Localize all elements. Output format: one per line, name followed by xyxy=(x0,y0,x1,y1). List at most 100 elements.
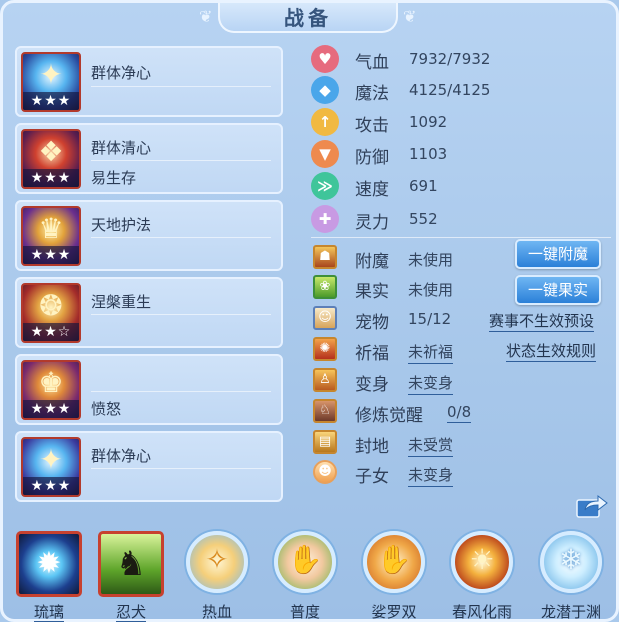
status-fief: ▤ 封地 未受赏 xyxy=(311,429,611,457)
attr-mp: ◆ 魔法 4125/4125 xyxy=(311,76,611,104)
attr-value: 4125/4125 xyxy=(409,81,491,99)
bottom-skill-label: 热血 xyxy=(201,603,232,621)
skill-slot-6[interactable]: ✦ ★★★ 群体净心 xyxy=(15,431,283,502)
bottom-skill-rexue[interactable]: ✧ 热血 xyxy=(184,525,250,622)
share-icon[interactable] xyxy=(576,492,608,518)
attr-speed: ≫ 速度 691 xyxy=(311,172,611,200)
bottom-skill-liuli[interactable]: ✹ 琉璃 xyxy=(16,525,82,622)
status-value[interactable]: 未变身 xyxy=(408,372,454,395)
attr-label: 防御 xyxy=(355,148,389,168)
one-click-fruit-button[interactable]: 一键果实 xyxy=(515,275,601,305)
hand-icon: ✋ xyxy=(274,531,336,593)
bottom-skill-label: 琉璃 xyxy=(33,603,64,622)
skill-stars: ★★★ xyxy=(23,477,79,495)
attr-label: 魔法 xyxy=(355,84,389,104)
page-title: 战备 xyxy=(218,3,398,33)
skill-slot-5[interactable]: ♚ ★★★ 愤怒 xyxy=(15,354,283,425)
enchant-icon: ☗ xyxy=(313,245,337,269)
bottom-skill-label: 娑罗双 xyxy=(371,603,417,621)
status-label: 变身 xyxy=(355,375,389,395)
drop-icon: ◆ xyxy=(311,76,339,104)
title-ornament-left: ❦ xyxy=(199,7,213,26)
skill-stars: ★★★ xyxy=(23,169,79,187)
bottom-skill-chunfeng[interactable]: ☀ 春风化雨 xyxy=(449,525,515,622)
divider xyxy=(91,237,271,238)
sun-burst-icon: ☀ xyxy=(451,531,513,593)
child-icon: ☻ xyxy=(313,460,337,484)
divider xyxy=(91,160,271,161)
status-value: 未使用 xyxy=(408,281,454,299)
event-preset-link[interactable]: 赛事不生效预设 xyxy=(489,310,595,332)
bottom-skill-suoluoshuang[interactable]: ✋ 娑罗双 xyxy=(361,525,427,622)
attr-spirit: ✚ 灵力 552 xyxy=(311,205,611,233)
pet-icon: ☺ xyxy=(313,306,337,330)
status-value: 15/12 xyxy=(408,310,452,328)
divider xyxy=(311,237,611,238)
hot-blood-icon: ✧ xyxy=(186,531,248,593)
status-cultivation: ♘ 修炼觉醒 0/8 xyxy=(311,398,611,426)
dog-icon: ♞ xyxy=(98,531,164,597)
skill-name: 群体清心 xyxy=(91,139,152,157)
shield-icon: ▼ xyxy=(311,140,339,168)
status-label: 祈福 xyxy=(355,344,389,364)
crystal-icon: ✹ xyxy=(16,531,82,597)
divider xyxy=(91,391,271,392)
bottom-skill-pudu[interactable]: ✋ 普度 xyxy=(272,525,338,622)
scroll-icon: ▤ xyxy=(313,430,337,454)
attr-value: 1092 xyxy=(409,113,448,131)
attr-label: 攻击 xyxy=(355,116,389,136)
skill-stars: ★★★ xyxy=(23,246,79,264)
skill-slot-4[interactable]: ❂ ★★☆ 涅槃重生 xyxy=(15,277,283,348)
skill-name: 群体净心 xyxy=(91,447,152,465)
status-label: 果实 xyxy=(355,282,389,302)
status-label: 宠物 xyxy=(355,313,389,333)
fruit-icon: ❀ xyxy=(313,275,337,299)
status-value[interactable]: 未祈福 xyxy=(408,341,454,364)
status-value: 未使用 xyxy=(408,251,454,269)
bottom-skill-ninja-dog[interactable]: ♞ 忍犬 xyxy=(98,525,164,622)
attr-label: 气血 xyxy=(355,53,389,73)
status-label: 修炼觉醒 xyxy=(355,406,423,426)
attr-label: 速度 xyxy=(355,180,389,200)
skill-slot-3[interactable]: ♛ ★★★ 天地护法 xyxy=(15,200,283,271)
bottom-skill-label: 龙潜于渊 xyxy=(540,603,601,621)
skill-icon: ♛ ★★★ xyxy=(21,206,81,266)
skill-icon: ♚ ★★★ xyxy=(21,360,81,420)
skill-sub: 易生存 xyxy=(91,169,137,187)
title-ornament-right: ❦ xyxy=(403,7,417,26)
attr-label: 灵力 xyxy=(355,213,389,233)
skill-name: 涅槃重生 xyxy=(91,293,152,311)
bottom-skill-label: 春风化雨 xyxy=(451,603,512,621)
status-rules-link[interactable]: 状态生效规则 xyxy=(506,340,597,362)
attr-value: 7932/7932 xyxy=(409,50,491,68)
attr-value: 552 xyxy=(409,210,438,228)
bottom-skill-bar: ✹ 琉璃 ♞ 忍犬 ✧ 热血 ✋ 普度 ✋ 娑罗双 ☀ 春风化雨 ❄ 龙潜于渊 xyxy=(3,525,619,622)
divider xyxy=(91,314,271,315)
attr-defense: ▼ 防御 1103 xyxy=(311,140,611,168)
heart-icon: ♥ xyxy=(311,45,339,73)
status-value[interactable]: 未变身 xyxy=(408,464,454,487)
sword-icon: ↑ xyxy=(311,108,339,136)
skill-stars: ★★☆ xyxy=(23,323,79,341)
skill-slot-2[interactable]: ❖ ★★★ 群体清心 易生存 xyxy=(15,123,283,194)
status-label: 子女 xyxy=(355,467,389,487)
one-click-enchant-button[interactable]: 一键附魔 xyxy=(515,239,601,269)
transform-icon: ♙ xyxy=(313,368,337,392)
skill-icon: ❖ ★★★ xyxy=(21,129,81,189)
battle-prep-panel: ❦ 战备 ❦ ✦ ★★★ 群体净心 ❖ ★★★ 群体清心 易生存 ♛ ★★★ 天… xyxy=(0,0,619,622)
status-label: 封地 xyxy=(355,437,389,457)
status-value[interactable]: 0/8 xyxy=(447,403,472,423)
attr-attack: ↑ 攻击 1092 xyxy=(311,108,611,136)
bottom-skill-longqian[interactable]: ❄ 龙潜于渊 xyxy=(538,525,604,622)
skill-sub: 愤怒 xyxy=(91,400,122,418)
palm-icon: ✋ xyxy=(363,531,425,593)
dragon-icon: ❄ xyxy=(540,531,602,593)
bottom-skill-label: 普度 xyxy=(289,603,320,621)
status-value[interactable]: 未受赏 xyxy=(408,434,454,457)
status-children: ☻ 子女 未变身 xyxy=(311,459,611,487)
skill-name: 天地护法 xyxy=(91,216,152,234)
skill-slot-1[interactable]: ✦ ★★★ 群体净心 xyxy=(15,46,283,117)
status-transform: ♙ 变身 未变身 xyxy=(311,367,611,395)
divider xyxy=(91,86,271,87)
skill-stars: ★★★ xyxy=(23,92,79,110)
